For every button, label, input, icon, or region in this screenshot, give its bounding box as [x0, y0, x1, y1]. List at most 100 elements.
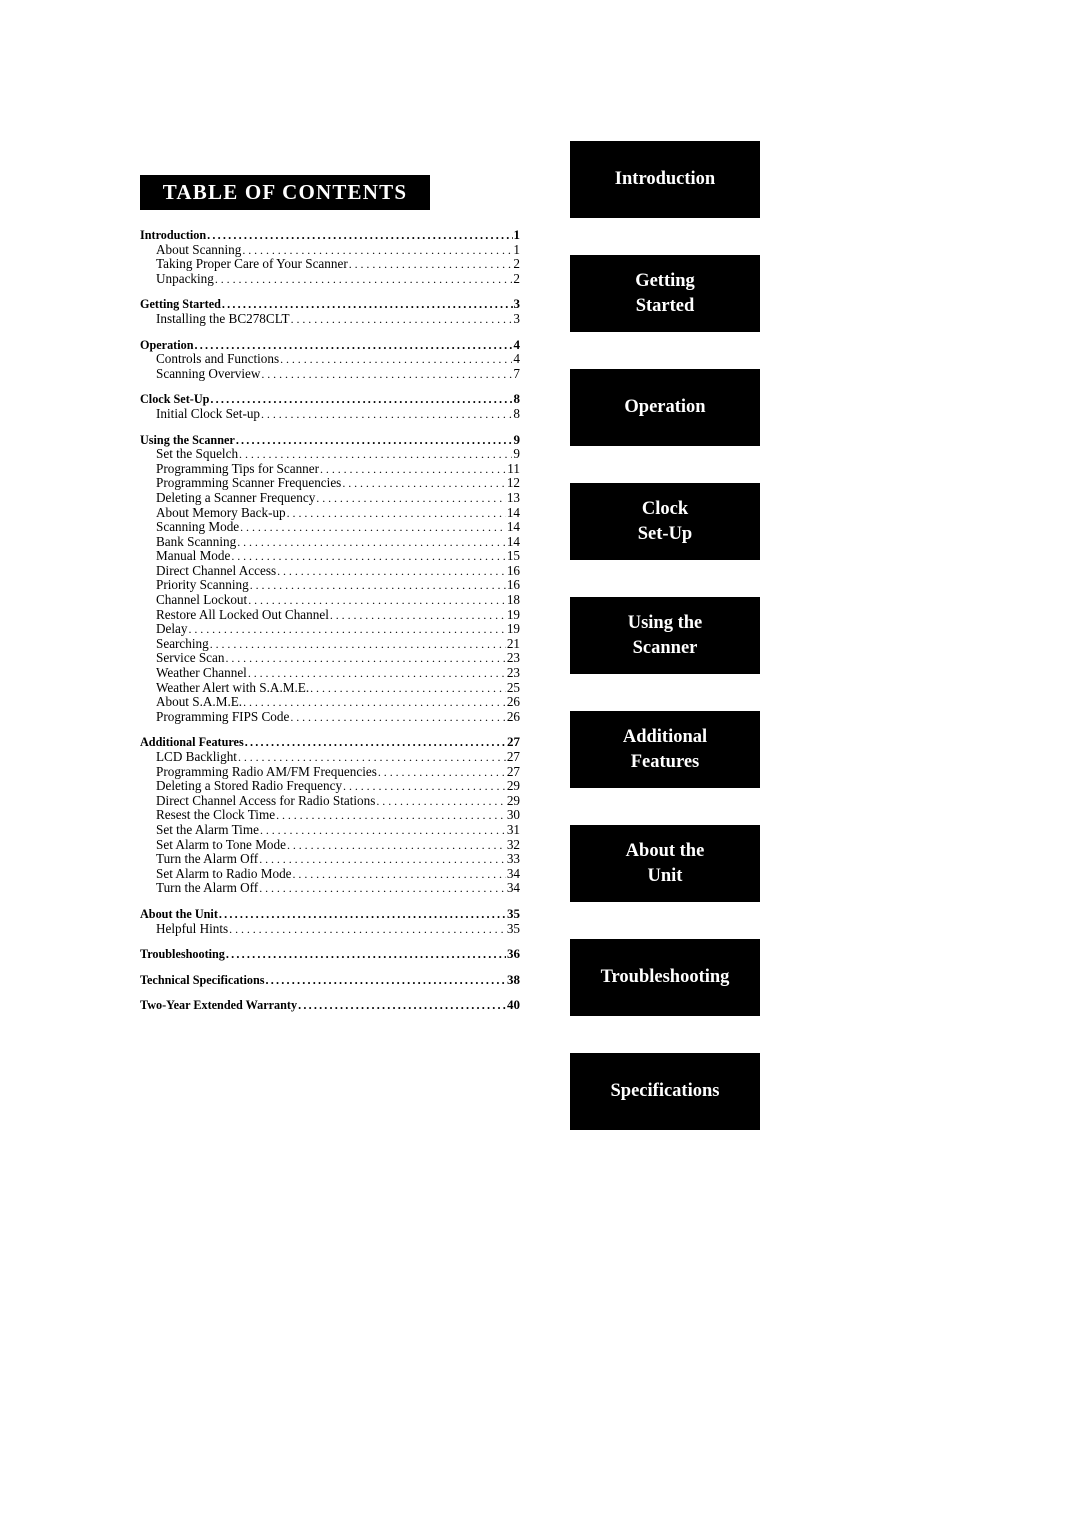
toc-heading-row[interactable]: Troubleshooting.........................…	[140, 947, 520, 962]
toc-entry-page-number: 30	[506, 807, 520, 823]
toc-entry-label: Priority Scanning	[156, 577, 249, 593]
toc-entry-row[interactable]: Set the Squelch.........................…	[140, 447, 520, 462]
toc-entry-label: Manual Mode	[156, 548, 231, 564]
toc-heading-row[interactable]: Introduction............................…	[140, 227, 520, 243]
toc-entry-row[interactable]: Restore All Locked Out Channel..........…	[140, 607, 520, 623]
toc-entry-row[interactable]: Programming Tips for Scanner............…	[140, 460, 520, 477]
toc-entry-row[interactable]: LCD Backlight...........................…	[140, 749, 520, 765]
section-tab[interactable]: About the Unit	[570, 825, 760, 902]
toc-entry-label: About Scanning	[156, 241, 242, 257]
dot-leader: ........................................…	[225, 947, 506, 962]
toc-entry-row[interactable]: Manual Mode.............................…	[140, 549, 520, 564]
toc-entry-row[interactable]: Weather Alert with S.A.M.E..............…	[140, 680, 520, 696]
toc-entry-row[interactable]: Controls and Functions..................…	[140, 352, 520, 367]
toc-entry-page-number: 35	[506, 920, 520, 936]
toc-heading-row[interactable]: Additional Features.....................…	[140, 735, 520, 750]
toc-entry-label: Bank Scanning	[156, 533, 237, 549]
toc-entry-page-number: 21	[506, 635, 520, 651]
toc-entry-row[interactable]: Searching...............................…	[140, 635, 520, 652]
toc-entry-row[interactable]: Set the Alarm Time......................…	[140, 822, 520, 838]
toc-entry-row[interactable]: Turn the Alarm Off......................…	[140, 881, 520, 896]
dot-leader: ........................................…	[194, 337, 513, 352]
section-tab[interactable]: Clock Set-Up	[570, 483, 760, 560]
toc-entry-row[interactable]: Direct Channel Access for Radio Stations…	[140, 793, 520, 809]
dot-leader: ........................................…	[280, 352, 512, 367]
toc-section: Getting Started.........................…	[140, 297, 520, 326]
toc-entry-row[interactable]: Turn the Alarm Off......................…	[140, 852, 520, 867]
toc-heading-row[interactable]: Technical Specifications................…	[140, 972, 520, 988]
dot-leader: ........................................…	[229, 921, 506, 936]
dot-leader: ........................................…	[261, 406, 513, 421]
toc-section-list: Introduction............................…	[140, 227, 521, 1013]
toc-entry-label: Searching	[156, 635, 209, 651]
toc-entry-page-number: 18	[506, 592, 520, 608]
toc-entry-row[interactable]: Unpacking...............................…	[140, 271, 520, 287]
toc-entry-page-number: 26	[506, 708, 520, 724]
toc-entry-page-number: 14	[506, 519, 520, 535]
toc-entry-label: Service Scan	[156, 650, 225, 666]
toc-entry-row[interactable]: Deleting a Scanner Frequency............…	[140, 489, 520, 506]
toc-entry-row[interactable]: Service Scan............................…	[140, 651, 520, 666]
dot-leader: ........................................…	[277, 563, 506, 578]
toc-entry-page-number: 32	[506, 836, 520, 852]
section-tab[interactable]: Specifications	[570, 1053, 760, 1130]
section-tab[interactable]: Introduction	[570, 141, 760, 218]
toc-entry-label: Programming Tips for Scanner	[156, 460, 320, 476]
toc-entry-page-number: 15	[506, 548, 520, 564]
toc-heading-label: Operation	[140, 337, 194, 352]
toc-entry-page-number: 33	[506, 851, 520, 867]
dot-leader: ........................................…	[348, 257, 513, 272]
section-tab-label: Using the Scanner	[627, 612, 703, 658]
toc-entry-page-number: 34	[506, 880, 520, 896]
toc-entry-row[interactable]: Helpful Hints...........................…	[140, 920, 520, 937]
toc-entry-row[interactable]: Taking Proper Care of Your Scanner......…	[140, 257, 520, 272]
toc-entry-row[interactable]: Installing the BC278CLT.................…	[140, 311, 520, 327]
toc-entry-row[interactable]: Bank Scanning...........................…	[140, 533, 520, 550]
toc-entry-row[interactable]: Resest the Clock Time...................…	[140, 808, 520, 823]
toc-entry-row[interactable]: Channel Lockout.........................…	[140, 592, 520, 608]
toc-entry-page-number: 34	[506, 865, 520, 881]
toc-section: Operation...............................…	[140, 336, 521, 382]
toc-heading-page-number: 4	[513, 336, 521, 352]
dot-leader: ........................................…	[329, 607, 506, 622]
section-tab[interactable]: Troubleshooting	[570, 939, 760, 1016]
toc-section: Introduction............................…	[140, 227, 520, 287]
toc-entry-row[interactable]: Programming Scanner Frequencies.........…	[140, 476, 520, 491]
toc-entry-row[interactable]: Scanning Mode...........................…	[140, 519, 520, 535]
toc-entry-row[interactable]: Priority Scanning.......................…	[140, 578, 520, 593]
toc-entry-row[interactable]: Delay...................................…	[140, 622, 520, 637]
toc-entry-page-number: 23	[506, 665, 520, 681]
toc-heading-row[interactable]: Two-Year Extended Warranty..............…	[140, 998, 520, 1013]
toc-heading-row[interactable]: Operation...............................…	[140, 336, 521, 353]
toc-entry-row[interactable]: Scanning Overview.......................…	[140, 366, 520, 382]
toc-entry-page-number: 27	[506, 749, 520, 764]
toc-entry-page-number: 8	[513, 405, 520, 421]
dot-leader: ........................................…	[261, 366, 513, 381]
toc-entry-row[interactable]: Programming FIPS Code...................…	[140, 708, 520, 725]
toc-entry-row[interactable]: Weather Channel.........................…	[140, 665, 520, 681]
toc-entry-row[interactable]: About S.A.M.E...........................…	[140, 695, 520, 710]
section-tab[interactable]: Operation	[570, 369, 760, 446]
section-tab-label: Getting Started	[635, 270, 695, 316]
toc-entry-row[interactable]: Set Alarm to Tone Mode..................…	[140, 836, 520, 853]
toc-entry-row[interactable]: Programming Radio AM/FM Frequencies.....…	[140, 764, 520, 780]
toc-entry-page-number: 16	[506, 577, 520, 593]
toc-heading-row[interactable]: About the Unit..........................…	[140, 905, 520, 922]
section-tab[interactable]: Getting Started	[570, 255, 760, 332]
toc-heading-row[interactable]: Clock Set-Up............................…	[140, 392, 520, 407]
toc-heading-row[interactable]: Using the Scanner.......................…	[140, 432, 520, 448]
toc-entry-row[interactable]: About Memory Back-up....................…	[140, 505, 520, 521]
toc-entry-row[interactable]: Initial Clock Set-up....................…	[140, 405, 520, 422]
toc-heading-page-number: 35	[507, 905, 520, 921]
toc-heading-row[interactable]: Getting Started.........................…	[140, 297, 520, 312]
section-tab[interactable]: Additional Features	[570, 711, 760, 788]
toc-entry-row[interactable]: Direct Channel Access...................…	[140, 563, 520, 579]
toc-entry-label: Programming FIPS Code	[156, 708, 290, 724]
toc-entry-row[interactable]: Deleting a Stored Radio Frequency.......…	[140, 779, 520, 794]
dot-leader: ........................................…	[290, 311, 513, 326]
section-tab-label: Troubleshooting	[600, 967, 730, 987]
toc-entry-row[interactable]: Set Alarm to Radio Mode.................…	[140, 865, 520, 882]
toc-entry-row[interactable]: About Scanning..........................…	[140, 241, 520, 258]
toc-entry-page-number: 13	[506, 489, 520, 505]
section-tab[interactable]: Using the Scanner	[570, 597, 760, 674]
